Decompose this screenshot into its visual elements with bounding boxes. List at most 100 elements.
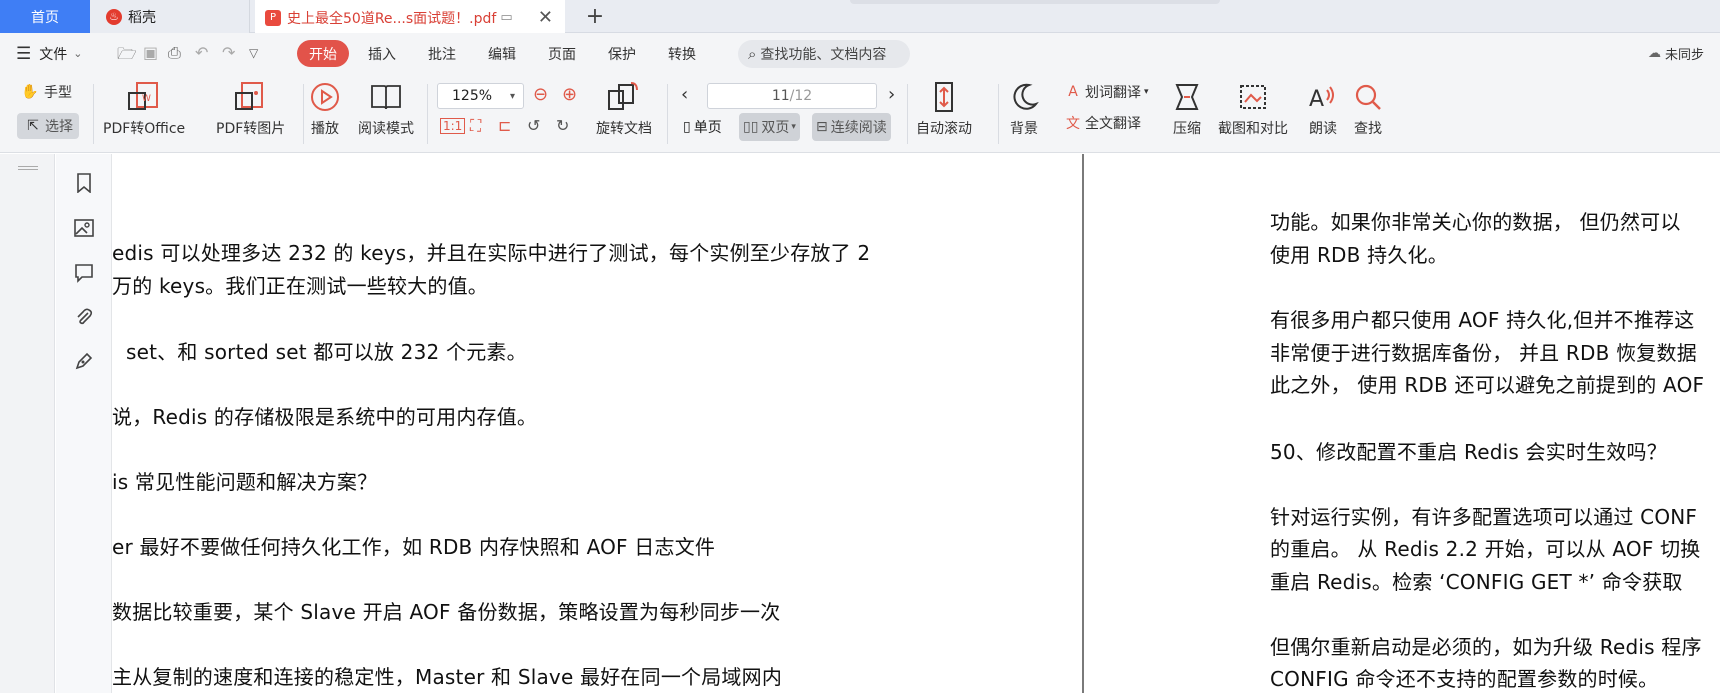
find-icon bbox=[1353, 80, 1383, 114]
chevron-down-icon: ▾ bbox=[509, 90, 515, 102]
tab-insert-label: 插入 bbox=[368, 46, 396, 63]
tab-protect-label: 保护 bbox=[608, 46, 636, 63]
single-page-button[interactable]: ▯ 单页 bbox=[679, 113, 726, 141]
hand-tool-button[interactable]: ✋ 手型 bbox=[20, 82, 72, 102]
select-tool-button[interactable]: ⇱ 选择 bbox=[17, 113, 79, 139]
screenshot-compare-button[interactable]: 截图和对比 bbox=[1218, 80, 1288, 138]
fit-page-icon[interactable]: ⛶ bbox=[470, 116, 481, 136]
search-icon: ⌕ bbox=[748, 45, 757, 63]
play-button[interactable]: 播放 bbox=[310, 80, 340, 138]
word-translate-label: 划词翻译 bbox=[1085, 85, 1141, 101]
tab-page[interactable]: 页面 bbox=[535, 40, 589, 67]
read-mode-button[interactable]: 阅读模式 bbox=[358, 80, 414, 138]
tab-document-label: 史上最全50道Re...s面试题！.pdf bbox=[287, 10, 497, 27]
print-icon[interactable]: ⎙ bbox=[168, 43, 181, 63]
tab-page-label: 页面 bbox=[548, 46, 576, 63]
doc-left-line: 说，Redis 的存储极限是系统中的可用内存值。 bbox=[112, 405, 538, 429]
signature-icon[interactable] bbox=[73, 350, 95, 372]
new-tab-button[interactable]: + bbox=[580, 0, 610, 33]
separator bbox=[998, 84, 999, 144]
background-button[interactable]: 背景 bbox=[1009, 80, 1039, 138]
rotate-document-button[interactable]: 旋转文档 bbox=[596, 80, 652, 138]
bookmark-icon[interactable] bbox=[73, 172, 95, 194]
redo-icon[interactable]: ↷ bbox=[222, 43, 235, 62]
continuous-read-button[interactable]: ⊟ 连续阅读 bbox=[812, 113, 891, 141]
quick-access-dropdown-icon[interactable]: ▽ bbox=[249, 46, 258, 60]
separator bbox=[303, 84, 304, 144]
left-sidebar bbox=[56, 154, 112, 693]
zoom-out-icon[interactable]: ⊖ bbox=[533, 84, 548, 105]
tab-protect[interactable]: 保护 bbox=[595, 40, 649, 67]
thumbnail-icon[interactable] bbox=[73, 217, 95, 239]
chevron-down-icon: ▾ bbox=[791, 122, 796, 132]
fit-width-icon[interactable]: ⊏ bbox=[498, 116, 511, 135]
doc-left-line: er 最好不要做任何持久化工作，如 RDB 内存快照和 AOF 日志文件 bbox=[112, 535, 716, 559]
drag-handle-icon[interactable] bbox=[18, 166, 38, 170]
rotate-left-icon[interactable]: ↺ bbox=[527, 116, 540, 135]
tab-annotate[interactable]: 批注 bbox=[415, 40, 469, 67]
tabbar-decoration bbox=[850, 0, 1220, 4]
pdf-to-office-icon: W bbox=[127, 80, 161, 114]
compress-button[interactable]: 压缩 bbox=[1172, 80, 1202, 138]
tab-convert[interactable]: 转换 bbox=[655, 40, 709, 67]
actual-size-icon[interactable]: 1:1 bbox=[440, 118, 466, 134]
search-input[interactable]: ⌕ 查找功能、文档内容 bbox=[738, 40, 910, 68]
full-translate-button[interactable]: 文 全文翻译 bbox=[1063, 113, 1141, 133]
tab-start[interactable]: 开始 bbox=[297, 40, 349, 67]
compress-icon bbox=[1172, 80, 1202, 114]
next-page-icon[interactable]: › bbox=[888, 84, 895, 105]
auto-scroll-label: 自动滚动 bbox=[916, 121, 972, 137]
tab-edit-label: 编辑 bbox=[488, 46, 516, 63]
file-menu-button[interactable]: ☰ 文件 ⌄ bbox=[16, 33, 82, 74]
tab-document[interactable]: P 史上最全50道Re...s面试题！.pdf ▭ ✕ bbox=[255, 0, 565, 33]
word-translate-button[interactable]: A 划词翻译 ▾ bbox=[1063, 82, 1149, 102]
page-divider bbox=[1082, 154, 1084, 693]
doc-right-line: 50、修改配置不重启 Redis 会实时生效吗？ bbox=[1270, 440, 1667, 464]
single-page-icon: ▯ bbox=[683, 119, 691, 135]
auto-scroll-button[interactable]: 自动滚动 bbox=[916, 80, 972, 138]
sync-status[interactable]: ☁ 未同步 bbox=[1648, 33, 1704, 74]
save-icon[interactable]: ▣ bbox=[143, 43, 158, 62]
doc-right-line: CONFIG 命令还不支持的配置参数的时候。 bbox=[1270, 667, 1659, 691]
zoom-in-icon[interactable]: ⊕ bbox=[562, 84, 577, 105]
ribbon-toolbar: ✋ 手型 ⇱ 选择 W PDF转Office PDF转图片 播放 阅读模式 12… bbox=[0, 74, 1720, 153]
pdf-to-office-button[interactable]: W PDF转Office bbox=[103, 80, 185, 138]
doc-left-line: 万的 keys。我们正在测试一些较大的值。 bbox=[112, 274, 488, 298]
tab-daoke[interactable]: ♨ 稻壳 bbox=[90, 0, 250, 33]
word-translate-icon: A bbox=[1068, 84, 1078, 100]
find-label: 查找 bbox=[1354, 121, 1382, 137]
zoom-select[interactable]: 125% ▾ bbox=[437, 83, 524, 109]
tab-home[interactable]: 首页 bbox=[0, 0, 90, 33]
close-tab-icon[interactable]: ✕ bbox=[538, 7, 553, 28]
open-folder-icon[interactable]: 🗁 bbox=[117, 43, 137, 70]
tab-edit[interactable]: 编辑 bbox=[475, 40, 529, 67]
document-viewport[interactable]: edis 可以处理多达 232 的 keys，并且在实际中进行了测试，每个实例至… bbox=[112, 154, 1720, 693]
double-page-button[interactable]: ▯▯ 双页 ▾ bbox=[739, 113, 800, 141]
background-label: 背景 bbox=[1010, 121, 1038, 137]
tab-bar: 首页 ♨ 稻壳 P 史上最全50道Re...s面试题！.pdf ▭ ✕ + bbox=[0, 0, 1720, 33]
doc-right-line: 重启 Redis。检索 ‘CONFIG GET *’ 命令获取 bbox=[1270, 570, 1683, 594]
tab-insert[interactable]: 插入 bbox=[355, 40, 409, 67]
screen-icon[interactable]: ▭ bbox=[500, 10, 512, 25]
tab-daoke-label: 稻壳 bbox=[128, 9, 156, 26]
doc-left-line: 数据比较重要，某个 Slave 开启 AOF 备份数据，策略设置为每秒同步一次 bbox=[112, 600, 781, 624]
pdf-to-image-icon bbox=[234, 80, 268, 114]
page-total: /12 bbox=[789, 88, 813, 104]
chevron-down-icon: ▾ bbox=[1144, 87, 1149, 97]
doc-right-line: 功能。如果你非常关心你的数据， 但仍然可以 bbox=[1270, 210, 1681, 234]
comment-icon[interactable] bbox=[73, 262, 95, 284]
pdf-to-image-button[interactable]: PDF转图片 bbox=[216, 80, 285, 138]
find-button[interactable]: 查找 bbox=[1353, 80, 1383, 138]
cursor-icon: ⇱ bbox=[27, 118, 39, 134]
page-number-input[interactable]: 11 /12 bbox=[707, 83, 877, 109]
cloud-icon: ☁ bbox=[1648, 46, 1661, 61]
undo-icon[interactable]: ↶ bbox=[195, 43, 208, 62]
rotate-document-icon bbox=[607, 80, 641, 114]
rotate-right-icon[interactable]: ↻ bbox=[556, 116, 569, 135]
prev-page-icon[interactable]: ‹ bbox=[681, 84, 688, 105]
auto-scroll-icon bbox=[929, 80, 959, 114]
pdf-file-icon: P bbox=[265, 9, 281, 26]
attachment-icon[interactable] bbox=[73, 306, 95, 328]
pdf-to-image-label: PDF转图片 bbox=[216, 121, 286, 137]
read-aloud-button[interactable]: A 朗读 bbox=[1307, 80, 1339, 138]
